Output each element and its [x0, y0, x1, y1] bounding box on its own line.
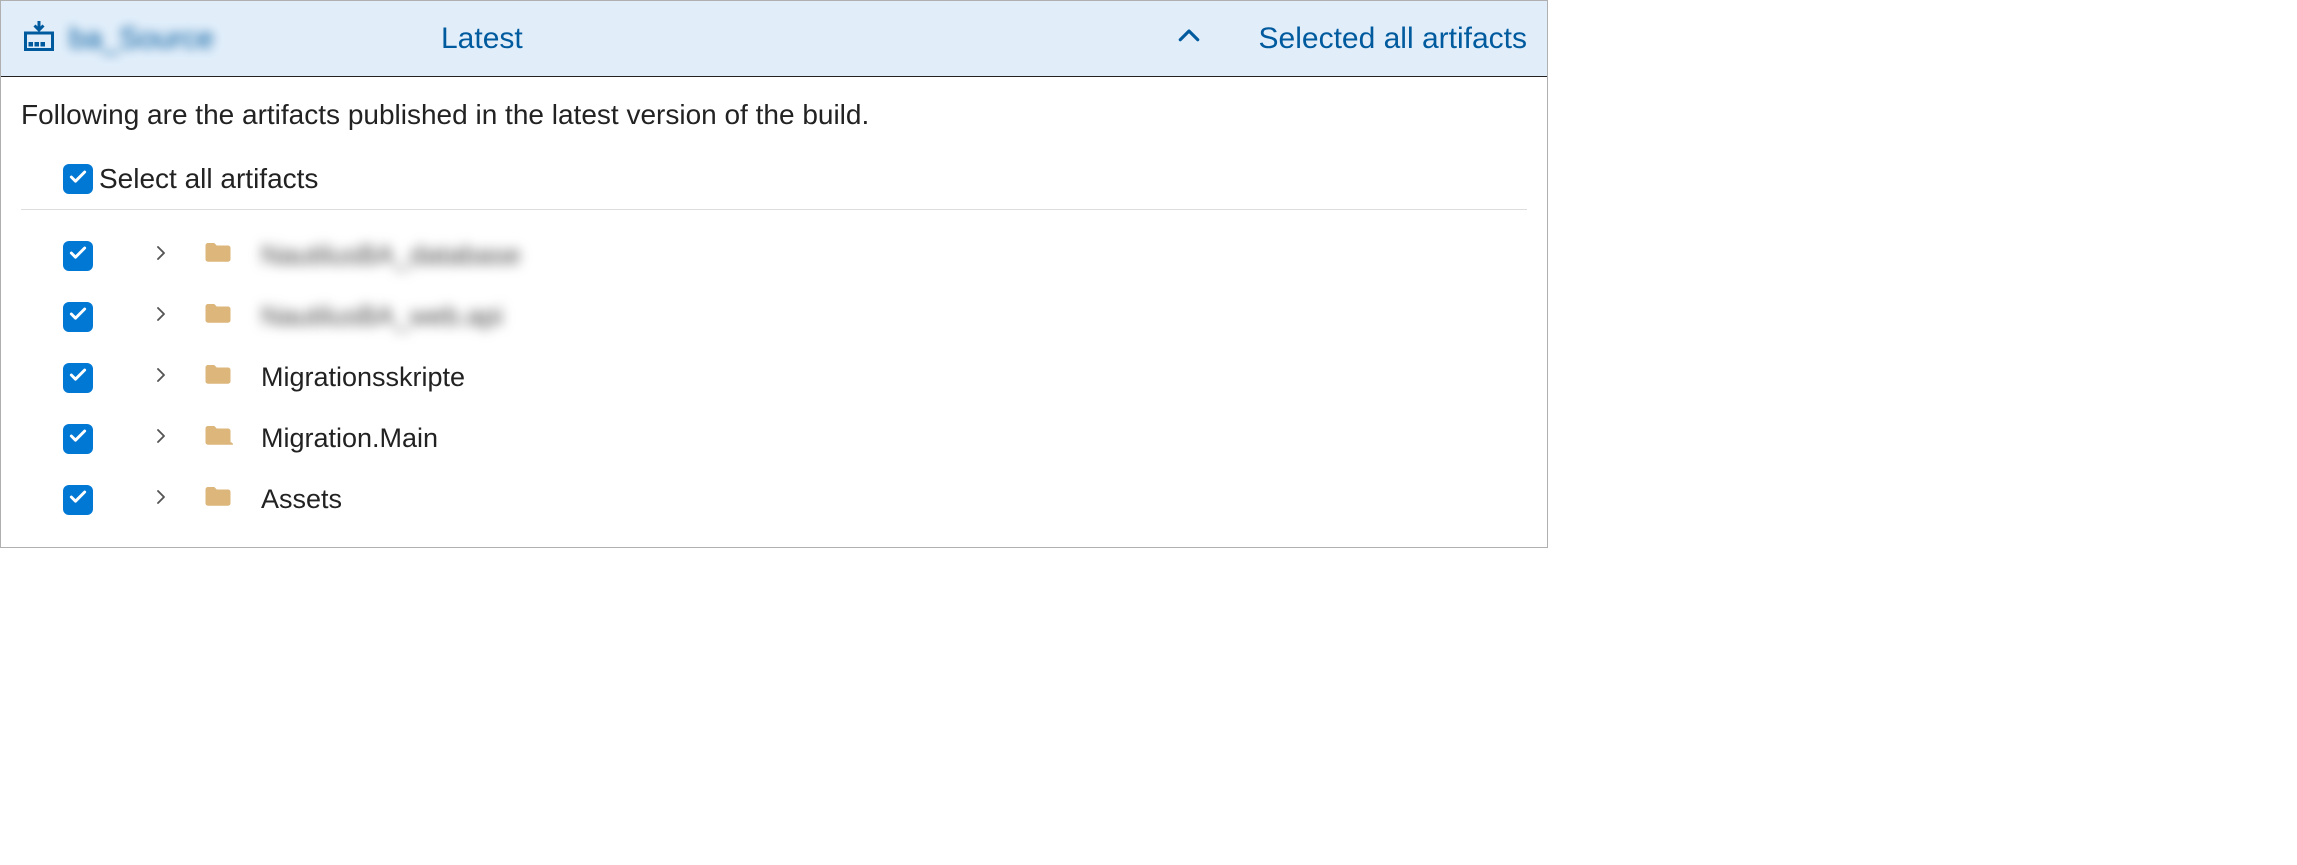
select-all-label: Select all artifacts	[99, 163, 318, 195]
chevron-right-icon	[152, 305, 170, 328]
folder-name: Assets	[261, 484, 342, 515]
select-all-checkbox[interactable]	[63, 164, 93, 194]
folder-icon	[203, 421, 233, 456]
tree-row: NautilusBA_web.api	[63, 299, 1527, 334]
checkmark-icon	[68, 167, 88, 192]
source-name: ba_Source	[69, 22, 214, 56]
header-source: ba_Source	[21, 18, 441, 59]
folder-icon	[203, 238, 233, 273]
checkmark-icon	[68, 426, 88, 451]
folder-name: Migrationsskripte	[261, 362, 465, 393]
chevron-right-icon	[152, 488, 170, 511]
artifact-checkbox[interactable]	[63, 363, 93, 393]
artifact-checkbox[interactable]	[63, 241, 93, 271]
chevron-up-icon	[1174, 21, 1204, 56]
artifact-content: Following are the artifacts published in…	[1, 77, 1547, 547]
checkmark-icon	[68, 487, 88, 512]
select-all-row: Select all artifacts	[21, 163, 1527, 210]
folder-icon	[203, 360, 233, 395]
folder-name: Migration.Main	[261, 423, 438, 454]
chevron-right-icon	[152, 427, 170, 450]
tree-row: Migration.Main	[63, 421, 1527, 456]
chevron-right-icon	[152, 244, 170, 267]
folder-icon	[203, 299, 233, 334]
artifact-checkbox[interactable]	[63, 302, 93, 332]
expand-toggle[interactable]	[147, 427, 175, 450]
collapse-toggle[interactable]	[1119, 21, 1259, 56]
version-label: Latest	[441, 22, 1119, 56]
expand-toggle[interactable]	[147, 305, 175, 328]
selection-status: Selected all artifacts	[1259, 22, 1527, 56]
folder-icon	[203, 482, 233, 517]
expand-toggle[interactable]	[147, 244, 175, 267]
artifact-tree: NautilusBA_database NautilusBA_web.api	[21, 238, 1527, 517]
tree-row: Migrationsskripte	[63, 360, 1527, 395]
artifact-checkbox[interactable]	[63, 424, 93, 454]
artifact-panel: ba_Source Latest Selected all artifacts …	[0, 0, 1548, 548]
description-text: Following are the artifacts published in…	[21, 99, 1527, 131]
expand-toggle[interactable]	[147, 488, 175, 511]
tree-row: NautilusBA_database	[63, 238, 1527, 273]
checkmark-icon	[68, 304, 88, 329]
build-icon	[21, 18, 57, 59]
folder-name: NautilusBA_web.api	[261, 301, 503, 332]
checkmark-icon	[68, 365, 88, 390]
artifact-checkbox[interactable]	[63, 485, 93, 515]
tree-row: Assets	[63, 482, 1527, 517]
artifact-header[interactable]: ba_Source Latest Selected all artifacts	[1, 1, 1547, 77]
folder-name: NautilusBA_database	[261, 240, 521, 271]
checkmark-icon	[68, 243, 88, 268]
chevron-right-icon	[152, 366, 170, 389]
expand-toggle[interactable]	[147, 366, 175, 389]
